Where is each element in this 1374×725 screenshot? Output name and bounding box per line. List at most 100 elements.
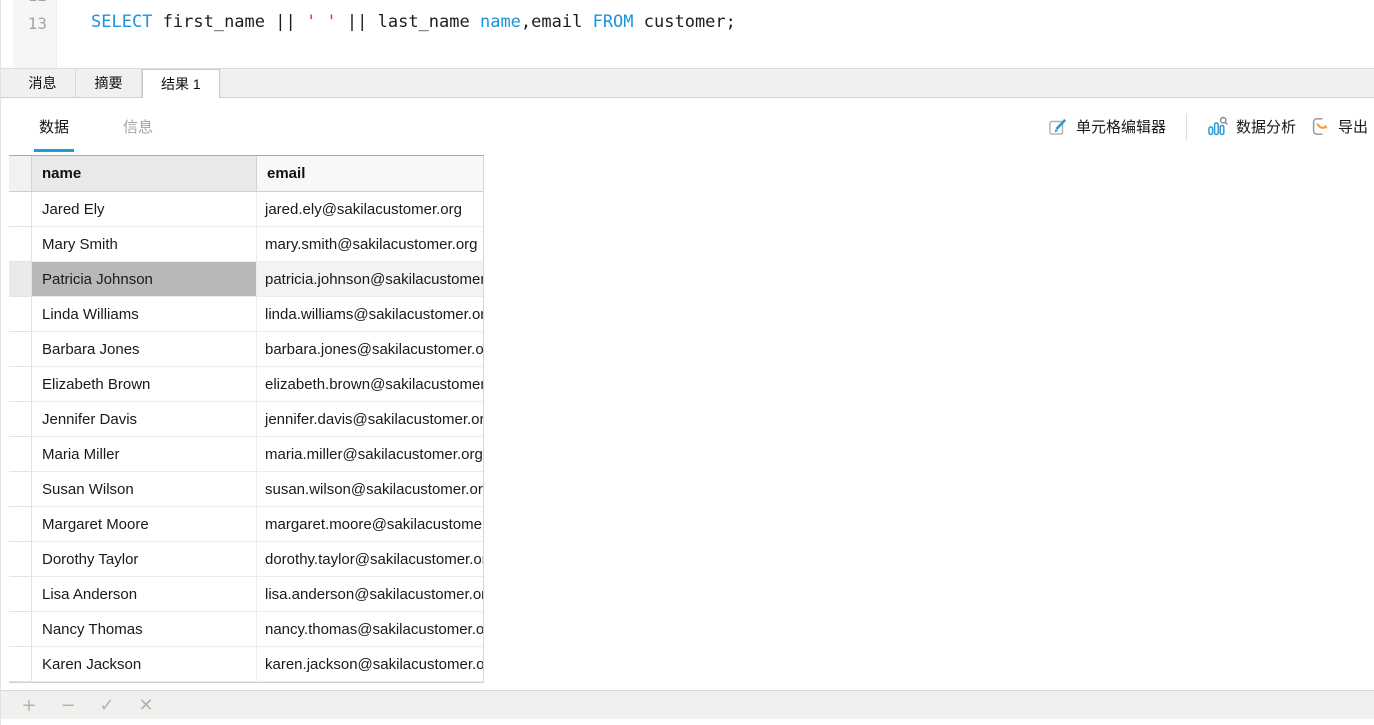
row-selector[interactable] [9, 262, 32, 297]
cell-email[interactable]: dorothy.taylor@sakilacustomer.org [257, 542, 483, 577]
sql-code-line[interactable]: SELECT first_name || ' ' || last_name na… [57, 0, 1374, 68]
delete-record-icon[interactable]: − [57, 695, 79, 716]
row-selector[interactable] [9, 402, 32, 437]
subtab-data[interactable]: 数据 [34, 101, 74, 152]
sql-token-plain: first_name || [152, 12, 306, 32]
table-row: Karen Jacksonkaren.jackson@sakilacustome… [9, 647, 483, 682]
result-table: name email Jared Elyjared.ely@sakilacust… [9, 155, 484, 683]
apply-changes-icon[interactable]: ✓ [96, 695, 118, 716]
tab-messages[interactable]: 消息 [10, 69, 76, 97]
export-label: 导出 [1338, 116, 1368, 137]
line-number: 12 [13, 0, 56, 10]
row-selector[interactable] [9, 297, 32, 332]
cell-name[interactable]: Jennifer Davis [32, 402, 257, 437]
row-selector[interactable] [9, 472, 32, 507]
sql-token-plain: customer; [634, 12, 736, 32]
row-selector[interactable] [9, 437, 32, 472]
column-header-name[interactable]: name [32, 156, 257, 191]
export-icon [1310, 116, 1331, 137]
cell-name[interactable]: Nancy Thomas [32, 612, 257, 647]
sql-token-plain: || last_name [337, 12, 480, 32]
sql-token-keyword: FROM [593, 12, 634, 32]
table-row: Patricia Johnsonpatricia.johnson@sakilac… [9, 262, 483, 297]
cell-email[interactable]: nancy.thomas@sakilacustomer.org [257, 612, 483, 647]
row-selector[interactable] [9, 577, 32, 612]
cell-name[interactable]: Karen Jackson [32, 647, 257, 682]
tab-summary[interactable]: 摘要 [76, 69, 142, 97]
table-row: Jared Elyjared.ely@sakilacustomer.org [9, 192, 483, 227]
row-selector[interactable] [9, 227, 32, 262]
cell-email[interactable]: karen.jackson@sakilacustomer.org [257, 647, 483, 682]
result-table-body: Jared Elyjared.ely@sakilacustomer.orgMar… [9, 192, 483, 682]
cell-editor-button[interactable]: 单元格编辑器 [1046, 112, 1168, 141]
cell-name[interactable]: Elizabeth Brown [32, 367, 257, 402]
sql-token-string: ' ' [306, 12, 337, 32]
column-header-email[interactable]: email [257, 156, 483, 191]
table-row: Mary Smithmary.smith@sakilacustomer.org [9, 227, 483, 262]
cell-email[interactable]: elizabeth.brown@sakilacustomer.org [257, 367, 483, 402]
line-number-gutter: 12 13 [13, 0, 57, 68]
row-selector[interactable] [9, 647, 32, 682]
cell-email[interactable]: barbara.jones@sakilacustomer.org [257, 332, 483, 367]
cell-email[interactable]: susan.wilson@sakilacustomer.org [257, 472, 483, 507]
cell-name[interactable]: Patricia Johnson [32, 262, 257, 297]
subtab-info[interactable]: 信息 [118, 101, 158, 152]
sql-editor[interactable]: 12 13 SELECT first_name || ' ' || last_n… [1, 0, 1374, 68]
table-row: Jennifer Davisjennifer.davis@sakilacusto… [9, 402, 483, 437]
result-toolbar: 数据 信息 单元格编辑器 [1, 98, 1374, 155]
table-row: Linda Williamslinda.williams@sakilacusto… [9, 297, 483, 332]
cell-name[interactable]: Jared Ely [32, 192, 257, 227]
table-row: Margaret Mooremargaret.moore@sakilacusto… [9, 507, 483, 542]
add-record-icon[interactable]: + [18, 695, 40, 716]
bar-chart-search-icon [1207, 116, 1229, 137]
table-row: Maria Millermaria.miller@sakilacustomer.… [9, 437, 483, 472]
row-selector[interactable] [9, 192, 32, 227]
cell-email[interactable]: lisa.anderson@sakilacustomer.org [257, 577, 483, 612]
table-header-row: name email [9, 156, 483, 192]
cell-name[interactable]: Margaret Moore [32, 507, 257, 542]
toolbar-divider [1186, 114, 1187, 140]
data-analysis-label: 数据分析 [1236, 116, 1296, 137]
cell-name[interactable]: Barbara Jones [32, 332, 257, 367]
cell-email[interactable]: mary.smith@sakilacustomer.org [257, 227, 483, 262]
table-row: Nancy Thomasnancy.thomas@sakilacustomer.… [9, 612, 483, 647]
table-row: Elizabeth Brownelizabeth.brown@sakilacus… [9, 367, 483, 402]
row-selector[interactable] [9, 612, 32, 647]
cell-email[interactable]: linda.williams@sakilacustomer.org [257, 297, 483, 332]
cell-email[interactable]: maria.miller@sakilacustomer.org [257, 437, 483, 472]
table-row: Susan Wilsonsusan.wilson@sakilacustomer.… [9, 472, 483, 507]
cell-name[interactable]: Dorothy Taylor [32, 542, 257, 577]
cell-name[interactable]: Susan Wilson [32, 472, 257, 507]
record-toolbar: +−✓ ✕ [1, 690, 1374, 719]
sql-token-keyword: SELECT [91, 12, 152, 32]
discard-changes-icon[interactable]: ✕ [135, 695, 157, 716]
export-button[interactable]: 导出 [1308, 112, 1370, 141]
row-selector[interactable] [9, 367, 32, 402]
result-subtabs: 数据 信息 [34, 98, 158, 155]
sql-token-keyword: name [480, 12, 521, 32]
cell-editor-label: 单元格编辑器 [1076, 116, 1166, 137]
tab-result-1[interactable]: 结果 1 [142, 69, 220, 98]
result-content: 数据 信息 单元格编辑器 [1, 98, 1374, 690]
cell-name[interactable]: Lisa Anderson [32, 577, 257, 612]
row-selector[interactable] [9, 507, 32, 542]
row-selector[interactable] [9, 332, 32, 367]
sql-token-plain: ,email [521, 12, 593, 32]
table-row: Lisa Andersonlisa.anderson@sakilacustome… [9, 577, 483, 612]
row-selector[interactable] [9, 542, 32, 577]
cell-name[interactable]: Mary Smith [32, 227, 257, 262]
cell-email[interactable]: margaret.moore@sakilacustomer.org [257, 507, 483, 542]
result-tab-bar: 消息 摘要 结果 1 [1, 68, 1374, 98]
cell-name[interactable]: Linda Williams [32, 297, 257, 332]
result-actions: 单元格编辑器 数据分析 [1046, 112, 1370, 141]
query-result-panel: 12 13 SELECT first_name || ' ' || last_n… [0, 0, 1374, 725]
cell-name[interactable]: Maria Miller [32, 437, 257, 472]
data-analysis-button[interactable]: 数据分析 [1205, 112, 1298, 141]
pencil-icon [1048, 116, 1069, 137]
cell-email[interactable]: patricia.johnson@sakilacustomer.org [257, 262, 483, 297]
table-row: Barbara Jonesbarbara.jones@sakilacustome… [9, 332, 483, 367]
cell-email[interactable]: jennifer.davis@sakilacustomer.org [257, 402, 483, 437]
line-number: 13 [13, 10, 56, 38]
cell-email[interactable]: jared.ely@sakilacustomer.org [257, 192, 483, 227]
select-all-corner[interactable] [9, 156, 32, 191]
